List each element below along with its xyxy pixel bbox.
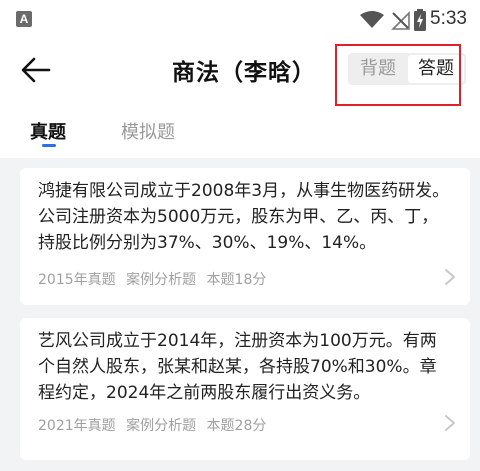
question-text: 艺风公司成立于2014年，注册资本为100万元。有两个自然人股东，张某和赵某，各… xyxy=(38,331,437,403)
status-time: 5:33 xyxy=(430,8,467,29)
type-tag: 案例分析题 xyxy=(126,418,197,434)
back-button[interactable] xyxy=(16,52,56,88)
tab-real-questions[interactable]: 真题 xyxy=(30,118,66,144)
question-meta: 2015年真题 案例分析题 本题18分 xyxy=(38,269,272,289)
no-signal-icon xyxy=(391,11,410,30)
tab-mock-questions[interactable]: 模拟题 xyxy=(121,118,175,144)
question-card[interactable]: 鸿捷有限公司成立于2008年3月，从事生物医药研发。公司注册资本为5000万元，… xyxy=(20,168,470,305)
status-bar: A 5:33 xyxy=(0,0,480,40)
score-tag: 本题18分 xyxy=(206,272,267,288)
chevron-right-icon xyxy=(445,415,455,431)
chevron-right-icon xyxy=(445,269,455,285)
question-text: 鸿捷有限公司成立于2008年3月，从事生物医药研发。公司注册资本为5000万元，… xyxy=(38,181,450,253)
arrow-left-icon xyxy=(21,57,51,83)
battery-charging-icon xyxy=(414,9,426,31)
highlight-box xyxy=(335,44,461,106)
page-title: 商法（李晗） xyxy=(172,60,316,86)
score-tag: 本题28分 xyxy=(206,418,267,434)
year-tag: 2015年真题 xyxy=(38,272,116,288)
type-tag: 案例分析题 xyxy=(126,272,197,288)
wifi-icon xyxy=(360,11,384,28)
question-meta: 2021年真题 案例分析题 本题28分 xyxy=(38,415,272,435)
question-card[interactable]: 艺风公司成立于2014年，注册资本为100万元。有两个自然人股东，张某和赵某，各… xyxy=(20,318,470,460)
active-tab-indicator xyxy=(42,144,56,147)
year-tag: 2021年真题 xyxy=(38,418,116,434)
app-notification-icon: A xyxy=(16,11,32,27)
header: 商法（李晗） 背题 答题 真题 模拟题 xyxy=(0,40,480,158)
